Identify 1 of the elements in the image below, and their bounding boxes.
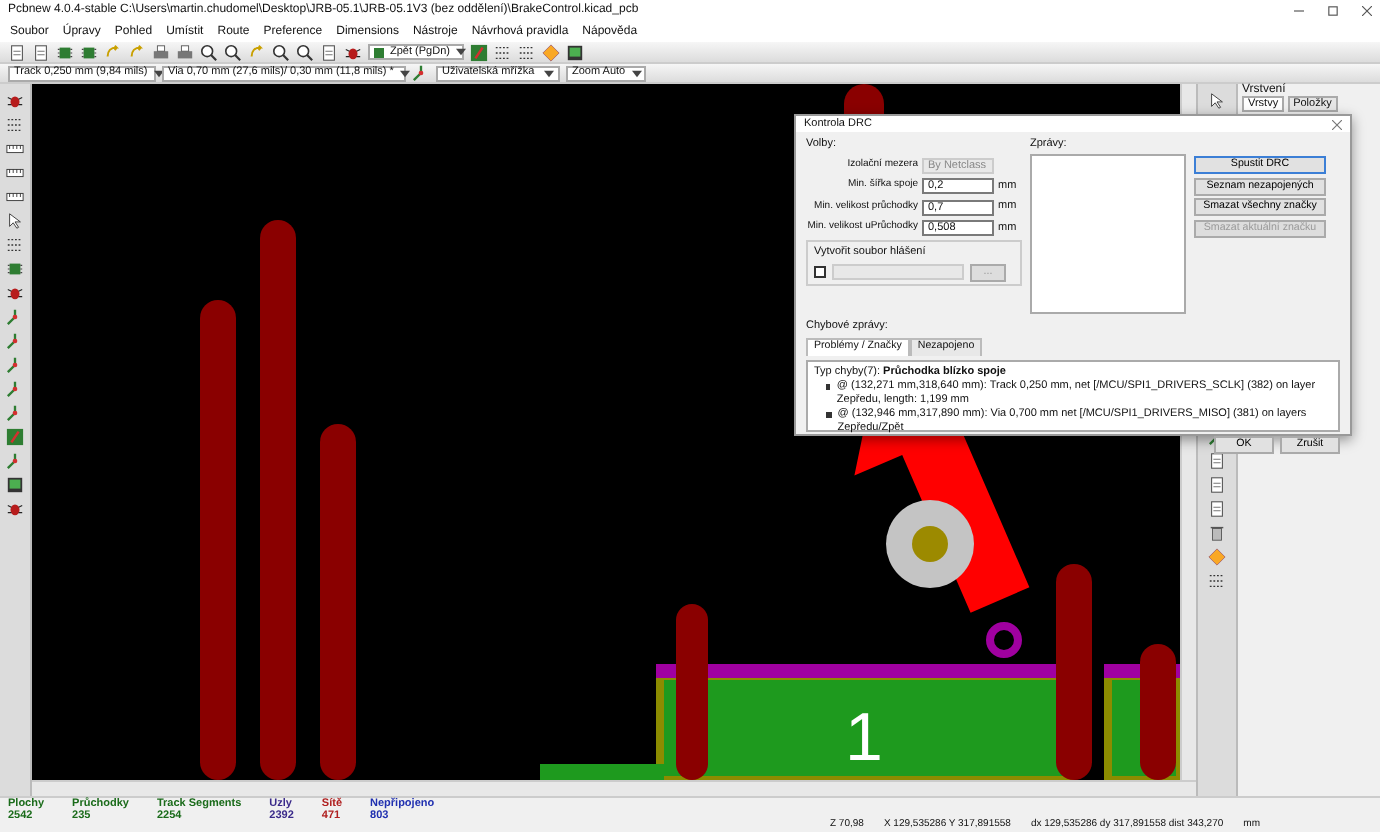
silkscreen-text: 1 (845, 700, 883, 776)
